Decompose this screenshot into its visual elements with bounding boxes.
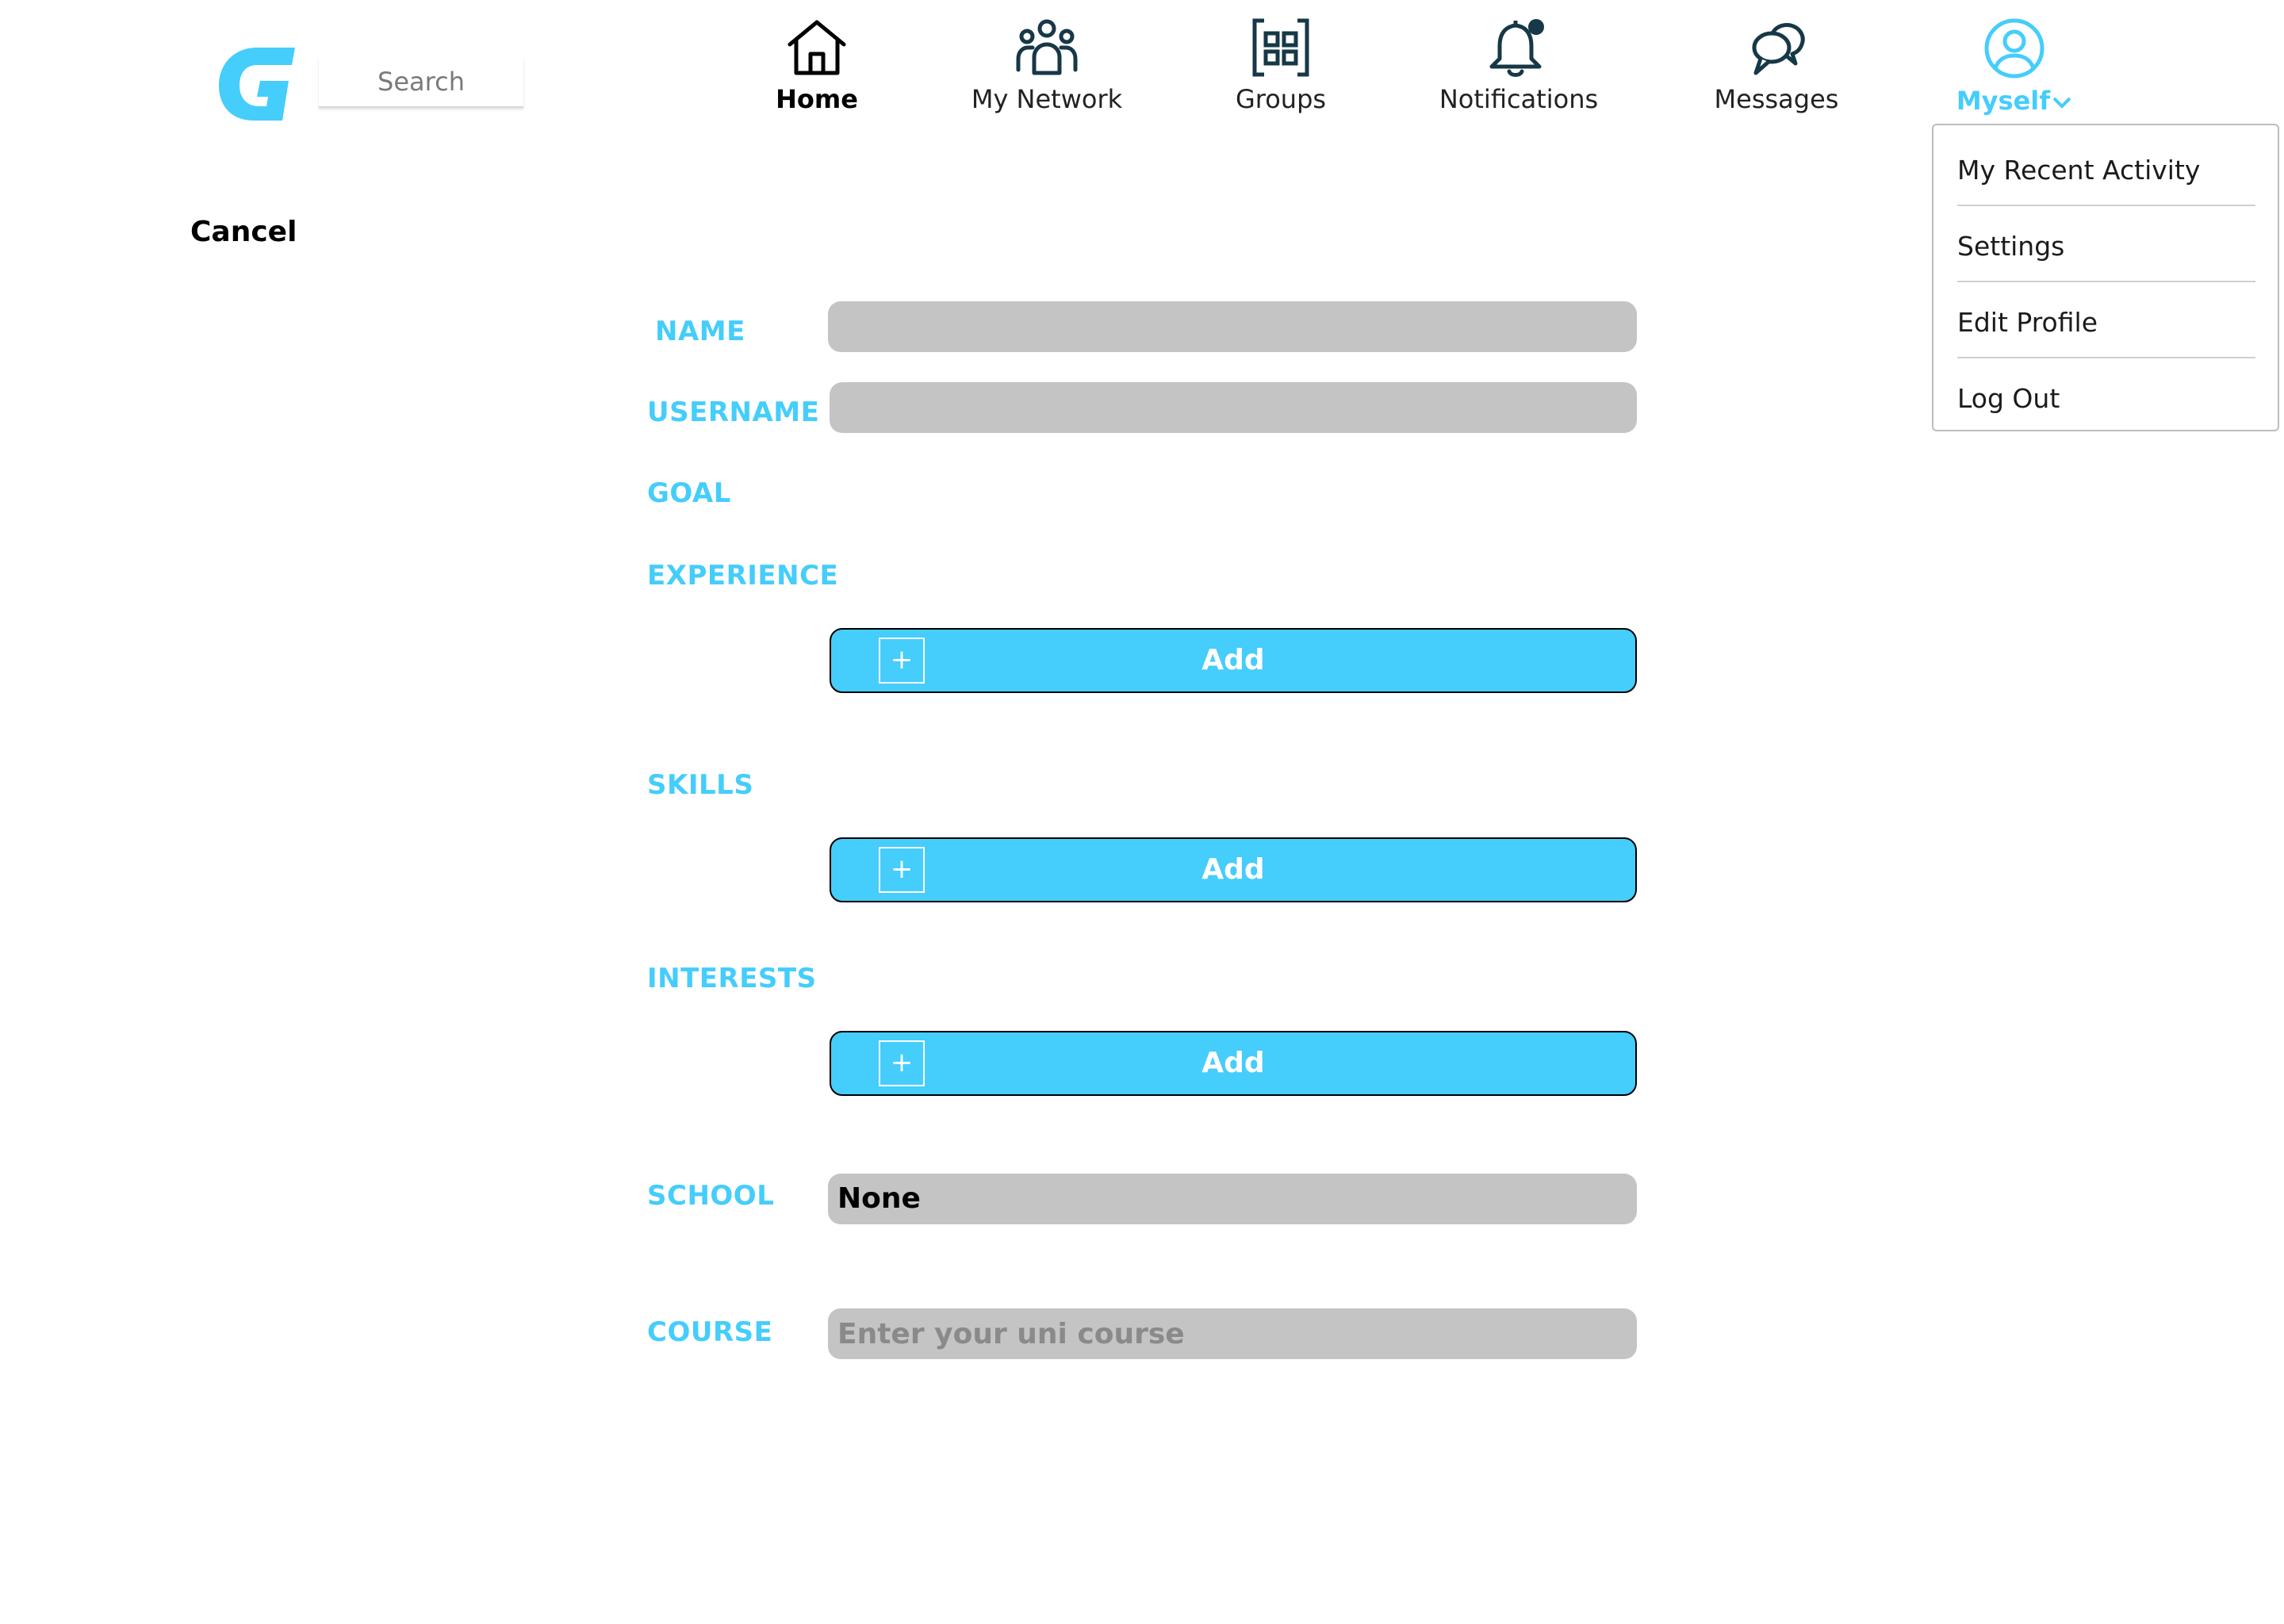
course-label: COURSE bbox=[647, 1316, 773, 1348]
course-field[interactable] bbox=[828, 1308, 1637, 1359]
experience-label: EXPERIENCE bbox=[647, 560, 839, 592]
nav-home[interactable]: Home bbox=[773, 17, 860, 114]
menu-divider bbox=[1957, 205, 2255, 206]
add-button-label: Add bbox=[1201, 644, 1265, 676]
name-label: NAME bbox=[655, 316, 745, 347]
myself-dropdown-menu: My Recent Activity Settings Edit Profile… bbox=[1932, 124, 2279, 431]
nav-my-network-label: My Network bbox=[971, 84, 1123, 114]
nav-notifications[interactable]: Notifications bbox=[1435, 17, 1602, 114]
menu-item-edit-profile[interactable]: Edit Profile bbox=[1957, 285, 2255, 360]
menu-item-recent-activity[interactable]: My Recent Activity bbox=[1957, 133, 2255, 208]
logo[interactable] bbox=[216, 44, 303, 127]
chevron-down-icon bbox=[2052, 97, 2071, 109]
menu-divider bbox=[1957, 281, 2255, 282]
add-experience-button[interactable]: + Add bbox=[830, 628, 1637, 693]
home-icon bbox=[788, 20, 846, 75]
school-label: SCHOOL bbox=[647, 1180, 775, 1212]
interests-label: INTERESTS bbox=[647, 963, 817, 994]
user-circle-icon bbox=[1984, 18, 2044, 79]
nav-my-network[interactable]: My Network bbox=[968, 17, 1126, 114]
school-select[interactable]: None bbox=[828, 1174, 1637, 1224]
nav-home-label: Home bbox=[776, 84, 858, 114]
nav-groups-label: Groups bbox=[1235, 84, 1327, 114]
messages-icon bbox=[1752, 23, 1805, 75]
network-icon bbox=[1016, 19, 1078, 75]
nav-myself[interactable]: Myself bbox=[1951, 17, 2078, 116]
menu-item-settings[interactable]: Settings bbox=[1957, 209, 2255, 284]
bell-icon bbox=[1489, 19, 1544, 77]
skills-label: SKILLS bbox=[647, 769, 754, 801]
username-label: USERNAME bbox=[647, 396, 820, 428]
nav-notifications-label: Notifications bbox=[1439, 84, 1599, 114]
school-value: None bbox=[837, 1182, 921, 1215]
add-skills-button[interactable]: + Add bbox=[830, 837, 1637, 902]
groups-icon bbox=[1252, 18, 1309, 77]
nav-groups[interactable]: Groups bbox=[1229, 17, 1332, 114]
goal-label: GOAL bbox=[647, 477, 731, 509]
menu-divider bbox=[1957, 357, 2255, 358]
username-field[interactable] bbox=[830, 382, 1637, 433]
add-interests-button[interactable]: + Add bbox=[830, 1031, 1637, 1096]
add-button-label: Add bbox=[1201, 853, 1265, 886]
name-field[interactable] bbox=[828, 301, 1637, 352]
nav-myself-label: Myself bbox=[1951, 86, 2078, 116]
add-button-label: Add bbox=[1201, 1047, 1265, 1079]
cancel-button[interactable]: Cancel bbox=[190, 216, 297, 248]
search-input[interactable] bbox=[319, 57, 523, 108]
menu-item-log-out[interactable]: Log Out bbox=[1957, 362, 2255, 436]
nav-messages[interactable]: Messages bbox=[1709, 17, 1844, 114]
nav-messages-label: Messages bbox=[1714, 84, 1839, 114]
